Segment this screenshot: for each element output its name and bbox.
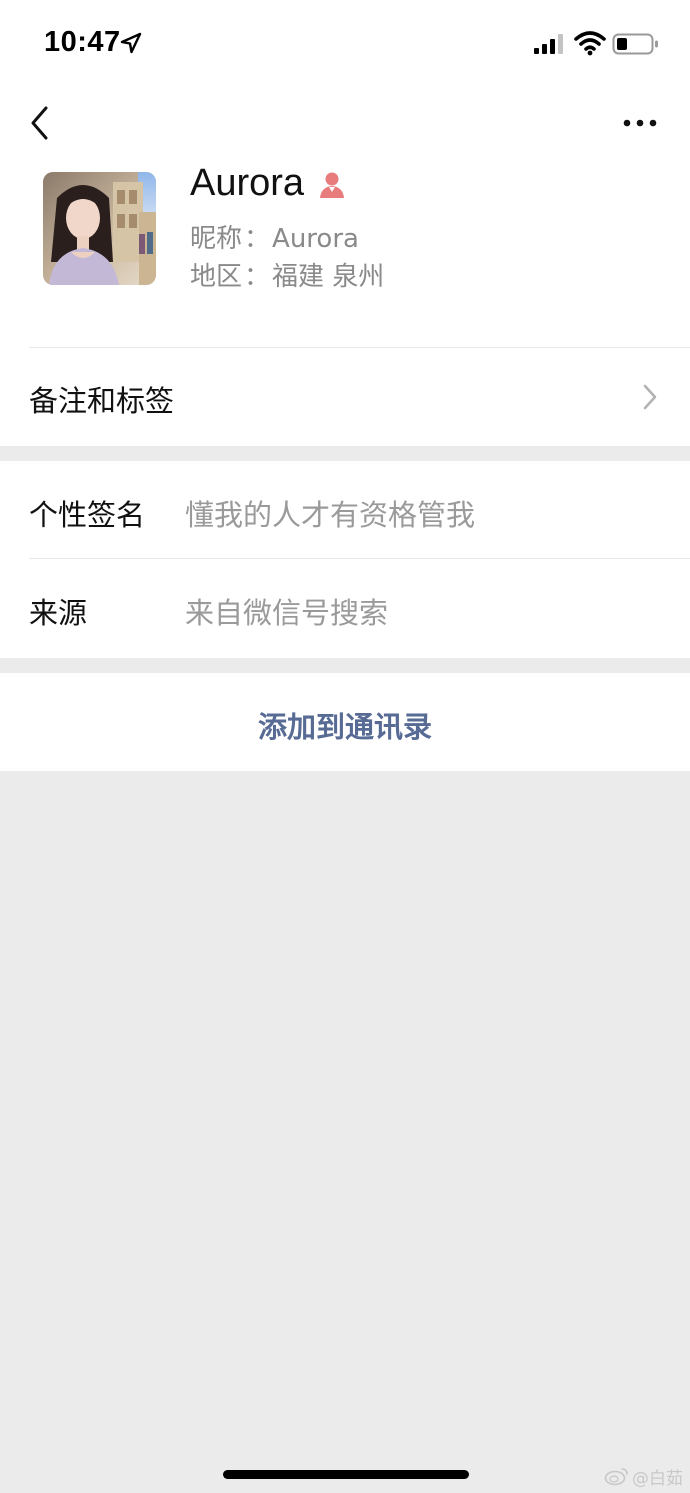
signature-row: 个性签名 懂我的人才有资格管我	[0, 461, 690, 559]
weibo-logo-icon	[604, 1468, 628, 1486]
source-row: 来源 来自微信号搜索	[0, 559, 690, 657]
source-label: 来源	[29, 596, 88, 630]
source-value: 来自微信号搜索	[185, 596, 389, 630]
home-indicator[interactable]	[223, 1470, 469, 1479]
status-time: 10:47	[44, 26, 121, 58]
nickname-label: 昵称	[190, 224, 243, 254]
chevron-right-icon	[643, 384, 657, 410]
avatar[interactable]	[43, 172, 156, 285]
female-icon	[320, 172, 344, 198]
nickname-value: Aurora	[272, 224, 359, 254]
chevron-left-icon[interactable]	[22, 100, 58, 146]
region-value: 福建 泉州	[272, 262, 385, 292]
status-bar: 10:47	[0, 0, 690, 88]
profile-details: 个性签名 懂我的人才有资格管我 来源 来自微信号搜索	[0, 461, 690, 658]
signal-icon	[534, 34, 563, 54]
location-arrow-icon	[120, 32, 142, 54]
region-label: 地区	[190, 262, 243, 292]
signature-value: 懂我的人才有资格管我	[185, 498, 476, 532]
watermark: @白茹	[604, 1464, 683, 1489]
avatar-photo	[43, 172, 156, 285]
watermark-text: @白茹	[632, 1468, 683, 1489]
ellipsis-icon[interactable]	[614, 108, 666, 138]
nickname-line: 昵称：Aurora	[190, 224, 359, 254]
add-to-contacts-label: 添加到通讯录	[257, 710, 432, 744]
region-line: 地区：福建 泉州	[190, 262, 385, 292]
battery-icon	[612, 33, 658, 55]
signature-label: 个性签名	[29, 498, 146, 532]
remark-and-tags-row[interactable]: 备注和标签	[0, 348, 690, 446]
wifi-icon	[574, 31, 606, 56]
remark-label: 备注和标签	[29, 384, 175, 418]
profile-name: Aurora	[190, 162, 305, 204]
add-to-contacts-button[interactable]: 添加到通讯录	[0, 673, 690, 771]
